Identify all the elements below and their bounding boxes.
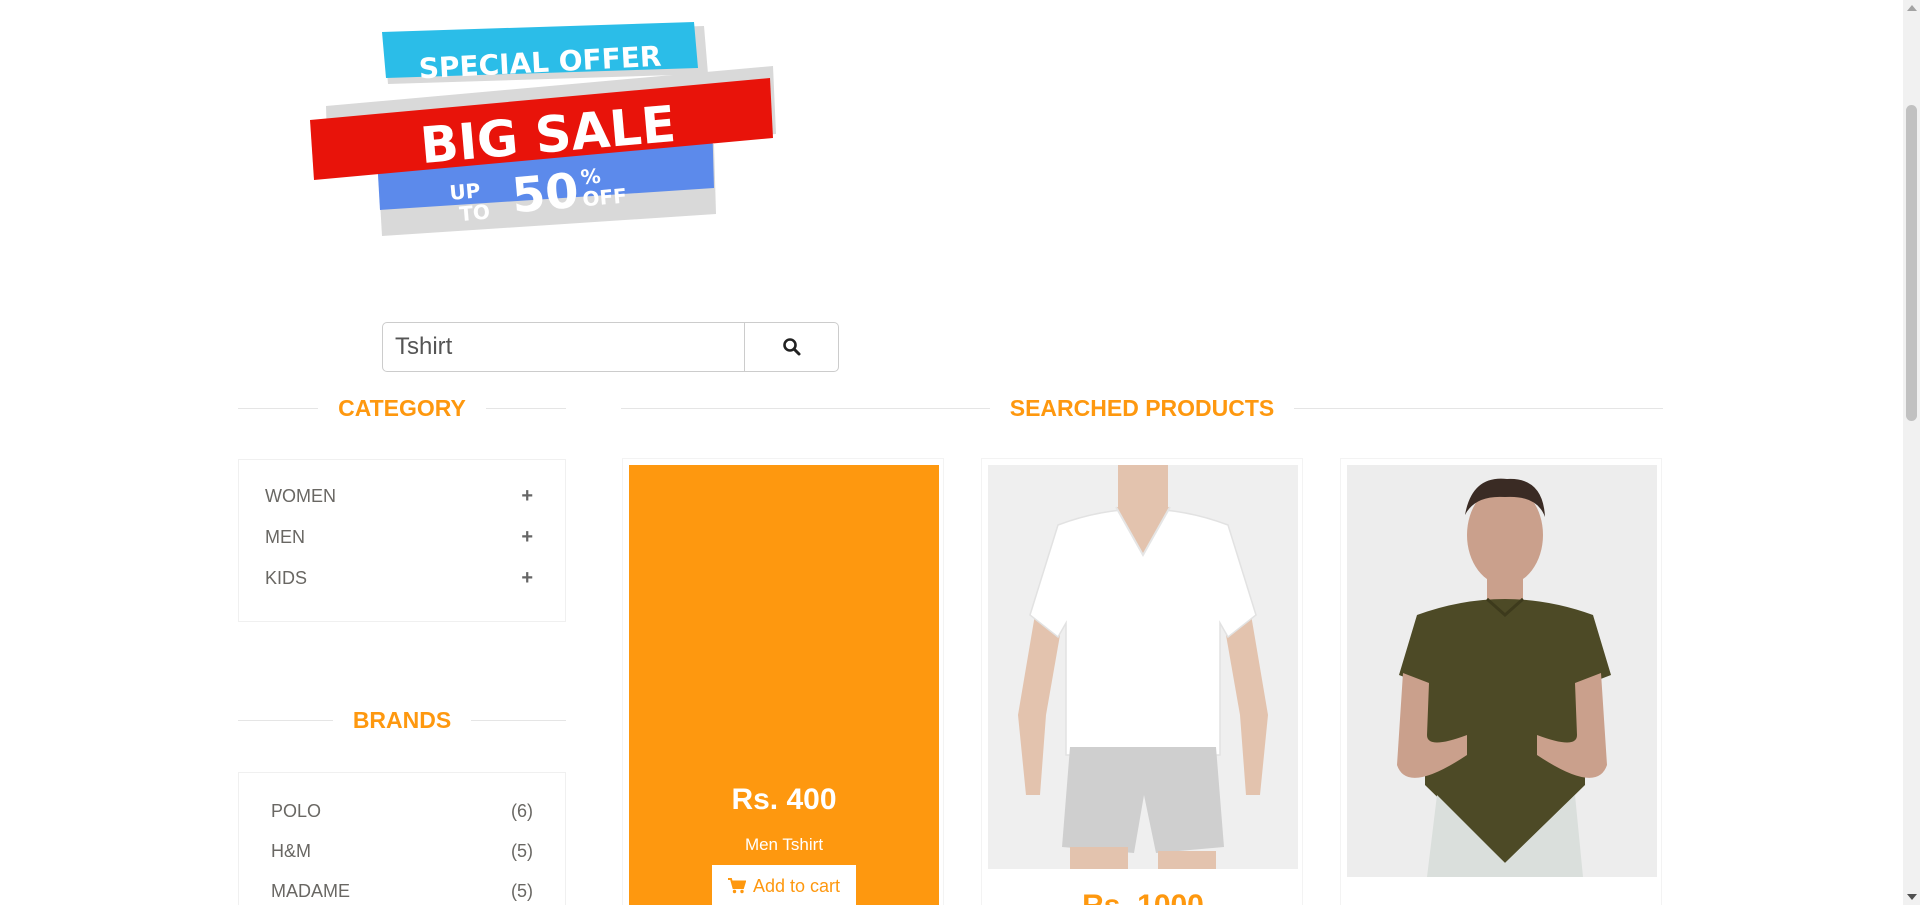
category-title: CATEGORY (338, 394, 466, 421)
olive-shirt-photo (1347, 465, 1657, 877)
brand-label: H&M (271, 840, 311, 861)
divider (471, 719, 567, 721)
divider (238, 719, 333, 721)
category-item-women[interactable]: WOMEN + (239, 476, 565, 517)
add-to-cart-label: Add to cart (752, 875, 841, 896)
page: SPECIAL OFFER BIG SALE UP TO 50 % OFF CA… (0, 0, 1920, 905)
product-price: Rs. 400 (731, 783, 837, 816)
plus-icon[interactable]: + (521, 526, 533, 549)
product-overlay: Rs. 400 Men Tshirt Add to cart (629, 465, 939, 905)
product-image[interactable] (1347, 465, 1657, 877)
brand-item-hm[interactable]: H&M (5) (239, 831, 565, 871)
brand-count: (6) (511, 800, 533, 821)
search-input[interactable] (382, 322, 745, 372)
add-to-cart-button[interactable]: Add to cart (712, 865, 856, 905)
category-panel: WOMEN + MEN + KIDS + (238, 459, 566, 622)
search-bar (382, 322, 839, 372)
plus-icon[interactable]: + (521, 567, 533, 590)
brand-item-madame[interactable]: MADAME (5) (239, 871, 565, 905)
product-card[interactable]: Rs. 1000 (981, 458, 1303, 905)
brand-item-polo[interactable]: POLO (6) (239, 791, 565, 831)
products-heading: SEARCHED PRODUCTS (621, 393, 1663, 423)
brands-title: BRANDS (352, 706, 452, 733)
category-item-men[interactable]: MEN + (239, 517, 565, 558)
divider (238, 407, 319, 409)
product-card[interactable] (1340, 458, 1662, 905)
brand-count: (5) (511, 880, 533, 901)
divider (621, 407, 990, 409)
brand-count: (5) (511, 840, 533, 861)
category-label: MEN (265, 527, 305, 547)
category-item-kids[interactable]: KIDS + (239, 558, 565, 599)
brand-label: POLO (271, 800, 322, 821)
brand-label: MADAME (271, 880, 351, 901)
scroll-down-arrow-icon[interactable] (1907, 894, 1917, 900)
scroll-up-arrow-icon[interactable] (1907, 5, 1917, 11)
product-name: Men Tshirt (744, 835, 824, 854)
vertical-scrollbar[interactable] (1903, 0, 1920, 905)
big-sale-banner[interactable]: SPECIAL OFFER BIG SALE UP TO 50 % OFF (300, 20, 800, 250)
brands-panel: POLO (6) H&M (5) MADAME (5) (238, 772, 566, 905)
divider (1294, 407, 1663, 409)
brands-heading: BRANDS (238, 705, 567, 735)
product-image[interactable] (988, 465, 1298, 869)
divider (485, 407, 566, 409)
category-heading: CATEGORY (238, 393, 566, 423)
plus-icon[interactable]: + (521, 485, 533, 508)
banner-50: 50 (510, 163, 581, 225)
banner-off: OFF (581, 183, 627, 211)
white-tshirt-photo (988, 465, 1298, 869)
search-button[interactable] (745, 322, 839, 372)
category-label: WOMEN (265, 486, 336, 506)
shopping-cart-icon (727, 878, 746, 894)
scroll-thumb[interactable] (1906, 105, 1917, 421)
product-price: Rs. 1000 (988, 889, 1298, 905)
category-label: KIDS (265, 568, 308, 588)
search-icon (782, 338, 800, 356)
product-card[interactable]: Rs. 400 Men Tshirt Add to cart (622, 458, 944, 905)
products-title: SEARCHED PRODUCTS (1009, 394, 1275, 421)
banner-to: TO (458, 199, 491, 226)
